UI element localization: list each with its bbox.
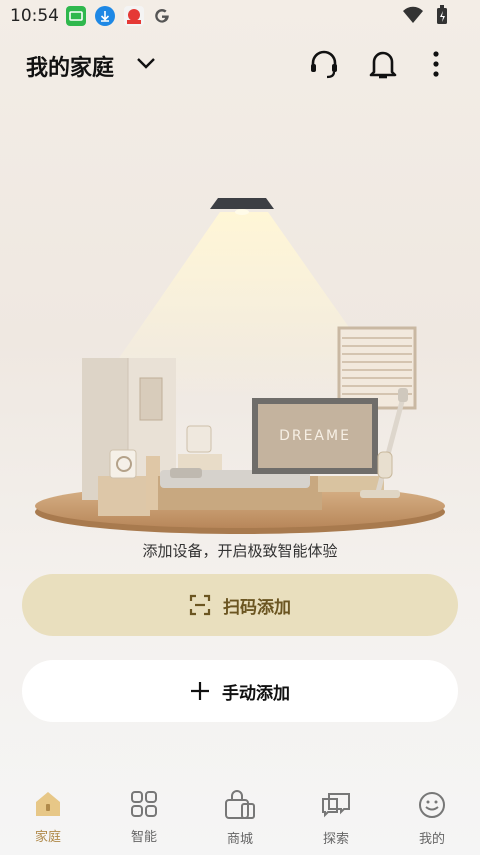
svg-text:DREAME: DREAME <box>279 428 351 444</box>
tab-smart-label: 智能 <box>130 830 157 845</box>
status-bar: 10:54 <box>0 0 480 32</box>
customer-service-button[interactable] <box>306 46 342 82</box>
bottom-tab-bar: 家庭 智能 商城 探索 我的 <box>0 780 480 855</box>
tab-mall[interactable]: 商城 <box>192 790 288 847</box>
home-illustration: DREAME <box>35 198 445 534</box>
home-icon <box>36 792 60 816</box>
shopping-bag-icon <box>225 790 255 819</box>
ceiling-lamp <box>210 198 274 209</box>
bell-icon <box>369 51 397 79</box>
manual-add-button[interactable]: 手动添加 <box>22 660 458 722</box>
google-icon <box>152 6 172 26</box>
chevron-down-icon[interactable] <box>136 56 156 70</box>
tab-home[interactable]: 家庭 <box>0 790 96 845</box>
chat-bubbles-icon <box>322 793 350 818</box>
empty-state-subtitle: 添加设备，开启极致智能体验 <box>142 542 338 560</box>
scan-add-button[interactable]: 扫码添加 <box>22 574 458 636</box>
tab-home-label: 家庭 <box>34 830 61 845</box>
tab-explore[interactable]: 探索 <box>288 790 384 847</box>
header: 我的家庭 <box>0 42 480 88</box>
plus-icon <box>191 682 209 700</box>
face-icon <box>419 792 445 818</box>
manual-add-label: 手动添加 <box>222 683 290 704</box>
more-vertical-icon <box>433 51 439 77</box>
scan-add-label: 扫码添加 <box>223 597 291 618</box>
wifi-icon <box>403 6 423 23</box>
app-badge-icon <box>124 6 144 26</box>
more-menu-button[interactable] <box>418 46 454 82</box>
tab-mall-label: 商城 <box>226 832 253 847</box>
tab-mine[interactable]: 我的 <box>384 790 480 847</box>
headset-icon <box>311 50 337 79</box>
status-time: 10:54 <box>10 6 59 26</box>
tab-mine-label: 我的 <box>418 832 445 847</box>
download-icon <box>95 6 115 26</box>
battery-icon <box>437 5 447 24</box>
notifications-button[interactable] <box>365 46 401 82</box>
app-notification-icon <box>66 6 86 26</box>
tab-smart[interactable]: 智能 <box>96 790 192 845</box>
tab-explore-label: 探索 <box>322 832 349 847</box>
scan-icon <box>189 594 211 616</box>
home-selector-title[interactable]: 我的家庭 <box>26 50 114 82</box>
grid-icon <box>131 791 157 817</box>
